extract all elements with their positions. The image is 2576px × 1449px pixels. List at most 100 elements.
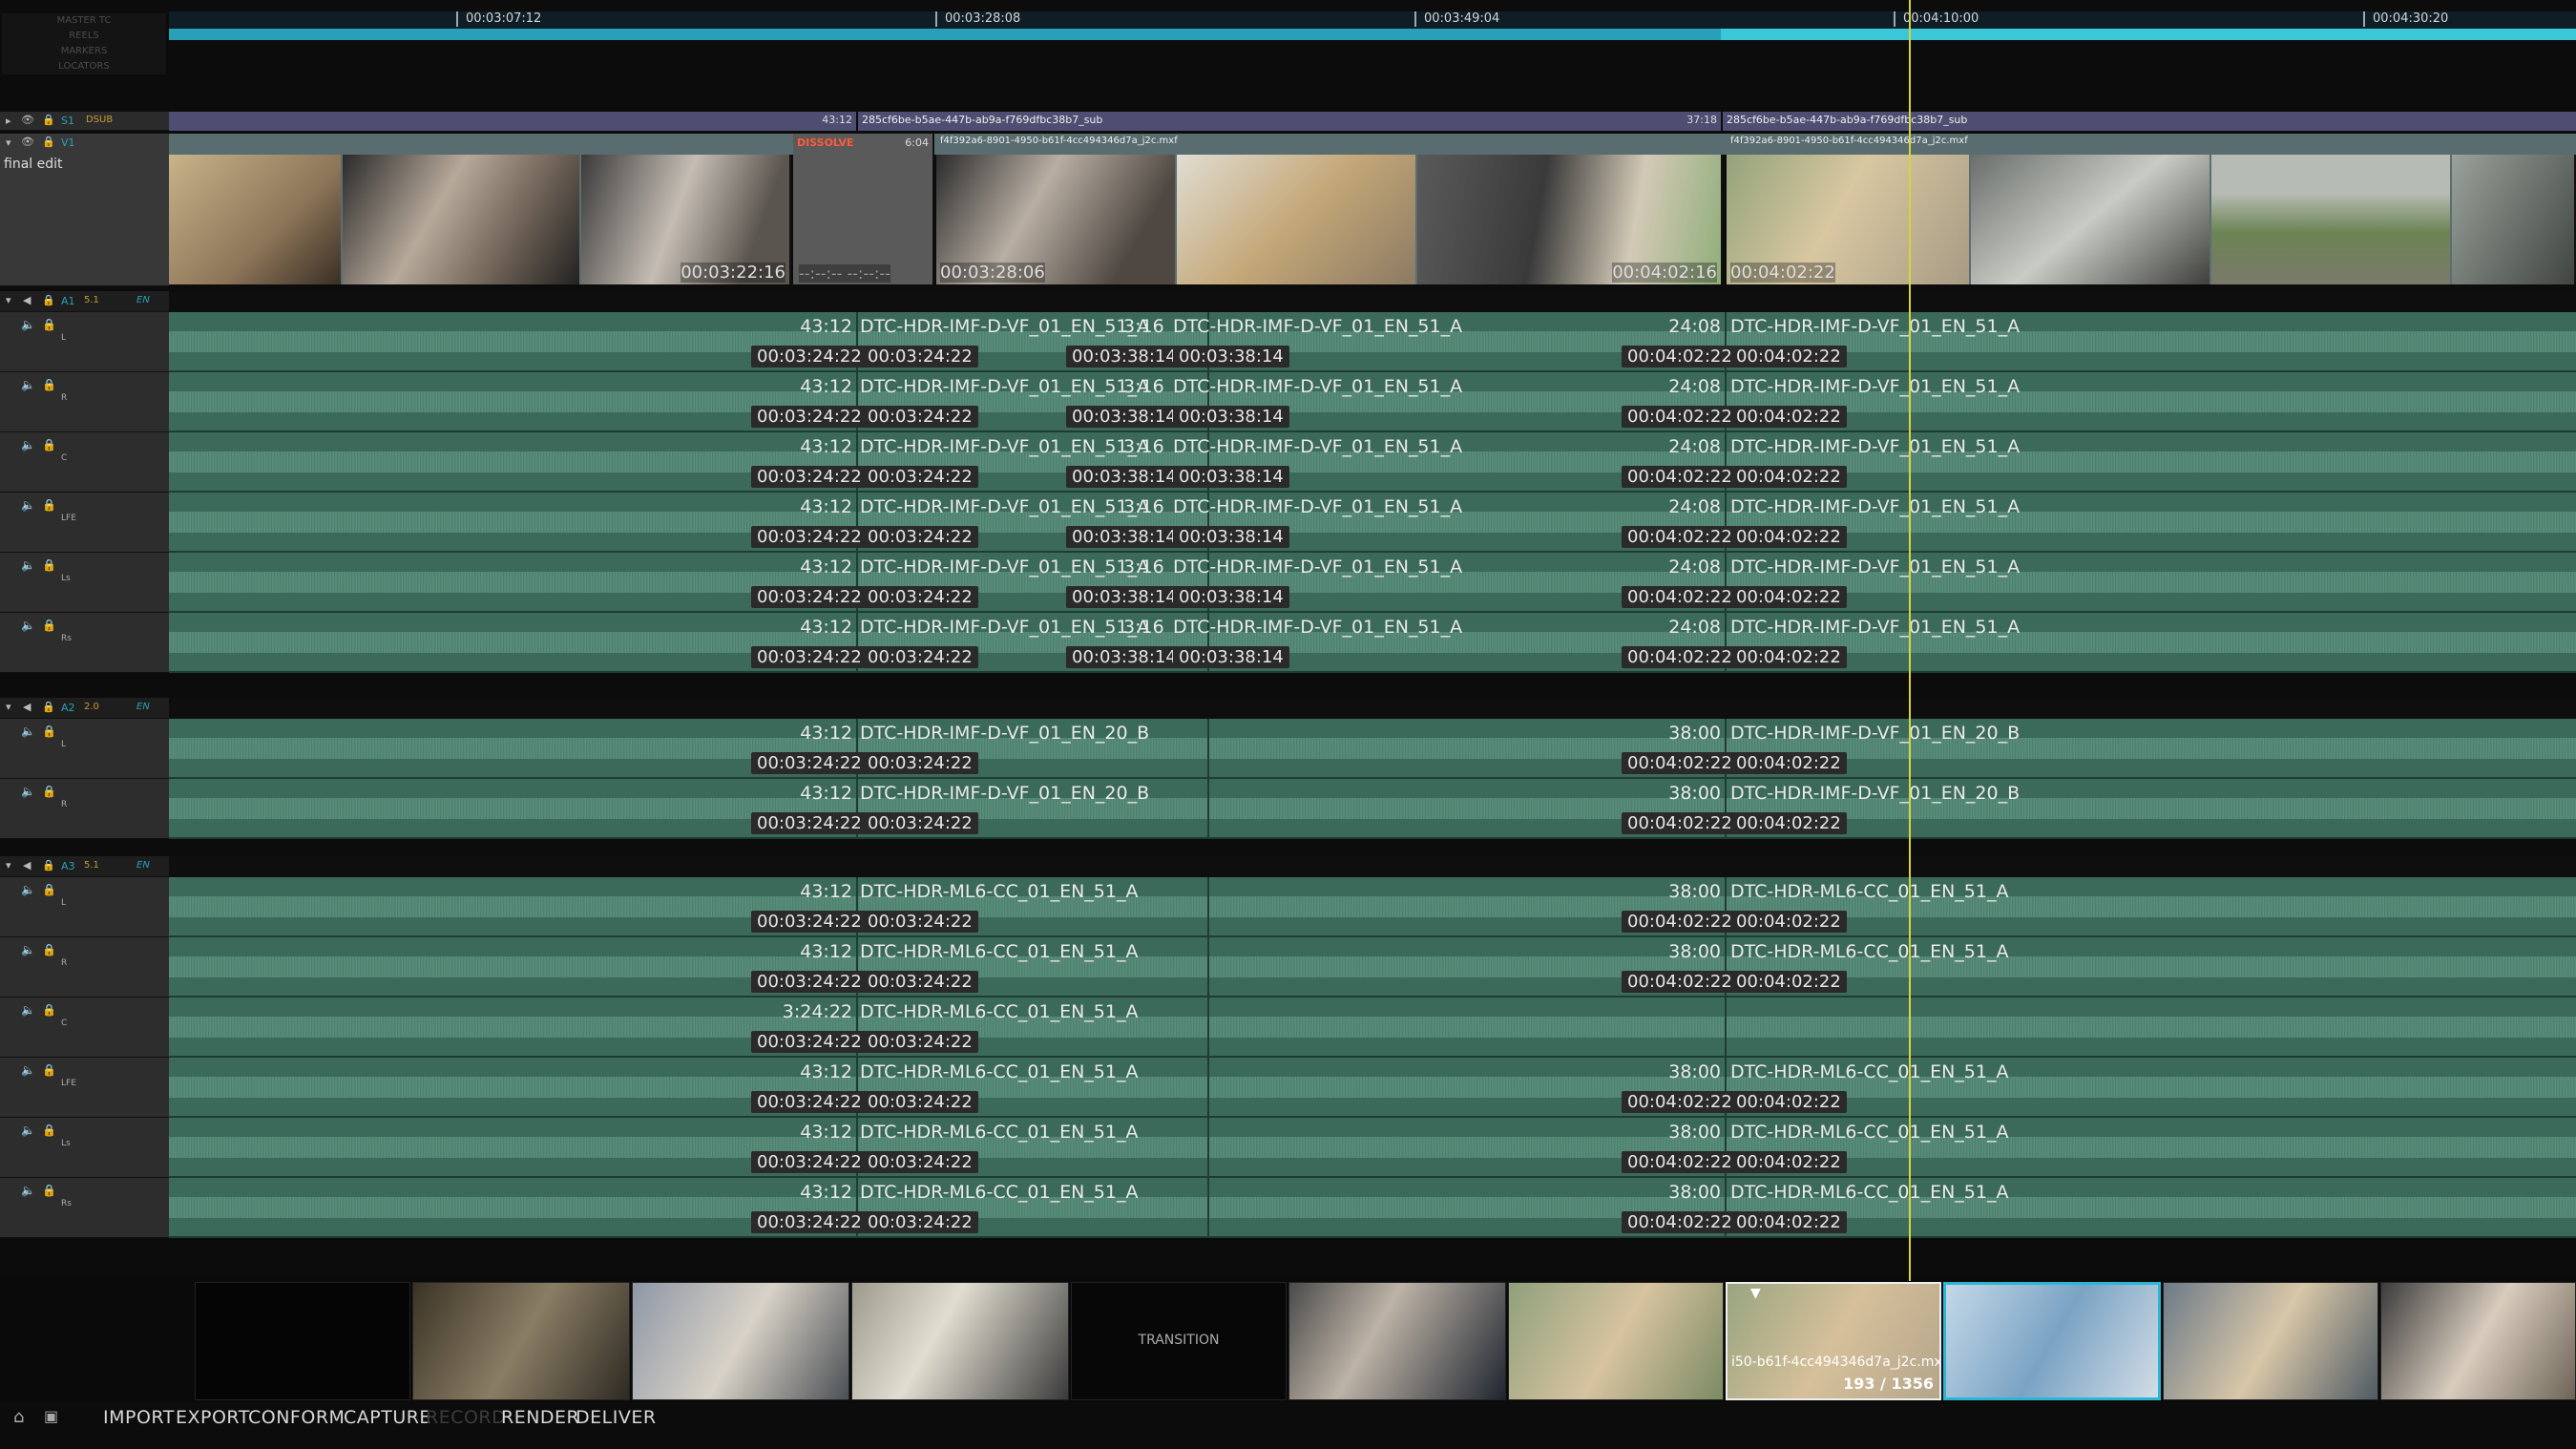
speaker-icon[interactable]: ◀ [23, 701, 31, 713]
home-icon[interactable]: ⌂ [13, 1407, 24, 1427]
menu-conform[interactable]: CONFORM [248, 1407, 345, 1428]
audio-channel-row[interactable]: 43:12 DTC-HDR-ML6-CC_01_EN_51_A 38:00 DTC-H… [169, 877, 2576, 937]
speaker-icon[interactable]: 🔈 [21, 1184, 35, 1197]
audio-channel-row[interactable]: 43:12 DTC-HDR-ML6-CC_01_EN_51_A 38:00 DTC-H… [169, 1058, 2576, 1118]
timecode: 00:04:02:22 [1622, 911, 1738, 933]
collapse-arrow-icon[interactable]: ▾ [6, 859, 11, 872]
collapse-arrow-icon[interactable]: ▾ [6, 294, 11, 306]
settings-icon[interactable]: ▣ [44, 1407, 58, 1425]
menu-capture[interactable]: CAPTURE [344, 1407, 431, 1428]
clip-name: DTC-HDR-IMF-D-VF_01_EN_51_A [860, 376, 1150, 397]
speaker-icon[interactable]: ◀ [23, 294, 31, 306]
audio-channel-row[interactable]: 43:12 DTC-HDR-IMF-D-VF_01_EN_51_A 3:16 DTC-… [169, 432, 2576, 493]
speaker-icon[interactable]: 🔈 [21, 619, 35, 632]
video-clip-1[interactable]: 00:03:22:16 [169, 155, 791, 284]
clip-duration: 43:12 [800, 1061, 852, 1082]
lock-icon[interactable]: 🔒 [42, 378, 56, 391]
audio-channel-row[interactable]: 43:12 DTC-HDR-IMF-D-VF_01_EN_51_A 3:16 DTC-… [169, 312, 2576, 372]
collapse-arrow-icon[interactable]: ▾ [6, 136, 11, 149]
lock-icon[interactable]: 🔒 [42, 1124, 56, 1137]
lock-icon[interactable]: 🔒 [42, 558, 56, 572]
sub-clip-3[interactable]: 285cf6be-b5ae-447b-ab9a-f769dfbc38b7_sub [1723, 112, 2576, 131]
sub-track-header[interactable]: ▸ 👁 🔒 S1 DSUB [0, 112, 169, 131]
bin-item[interactable] [632, 1282, 849, 1400]
menu-deliver[interactable]: DELIVER [576, 1407, 657, 1428]
selected-filename: i50-b61f-4cc494346d7a_j2c.mxf [1731, 1354, 1941, 1370]
audio-channel-row[interactable]: 3:24:22 DTC-HDR-ML6-CC_01_EN_51_A 00:03:24… [169, 998, 2576, 1058]
speaker-icon[interactable]: 🔈 [21, 1124, 35, 1137]
sub-clip-2[interactable]: 285cf6be-b5ae-447b-ab9a-f769dfbc38b7_sub… [858, 112, 1721, 131]
speaker-icon[interactable]: 🔈 [21, 1003, 35, 1017]
dissolve-transition[interactable]: DISSOLVE 6:04 --:--:-- --:--:-- [793, 134, 934, 284]
lock-icon[interactable]: 🔒 [42, 318, 56, 331]
speaker-icon[interactable]: 🔈 [21, 724, 35, 738]
lock-icon[interactable]: 🔒 [42, 883, 56, 896]
bin-item[interactable] [412, 1282, 630, 1400]
eye-icon[interactable]: 👁 [21, 114, 34, 126]
eye-icon[interactable]: 👁 [21, 136, 34, 148]
speaker-icon[interactable]: 🔈 [21, 943, 35, 956]
lock-icon[interactable]: 🔒 [42, 294, 55, 306]
clip-duration: 38:00 [1668, 783, 1721, 804]
bin-item[interactable] [195, 1282, 410, 1400]
playhead[interactable] [1909, 0, 1911, 1281]
speaker-icon[interactable]: ◀ [23, 859, 31, 872]
audio-channel-row[interactable]: 43:12 DTC-HDR-IMF-D-VF_01_EN_20_B 38:00 DTC… [169, 719, 2576, 779]
lock-icon[interactable]: 🔒 [42, 701, 55, 713]
timecode: 00:03:38:14 [1066, 466, 1183, 488]
timecode: 00:04:02:22 [1730, 646, 1847, 668]
video-track-label: V1 [61, 136, 75, 149]
audio-channel-row[interactable]: 43:12 DTC-HDR-IMF-D-VF_01_EN_51_A 3:16 DTC-… [169, 613, 2576, 673]
audio-channel-row[interactable]: 43:12 DTC-HDR-ML6-CC_01_EN_51_A 38:00 DTC-H… [169, 1178, 2576, 1238]
audio-channel-row[interactable]: 43:12 DTC-HDR-ML6-CC_01_EN_51_A 38:00 DTC-H… [169, 937, 2576, 998]
lock-icon[interactable]: 🔒 [42, 859, 55, 872]
bin-item-highlighted[interactable] [1943, 1282, 2161, 1400]
audio-channel-row[interactable]: 43:12 DTC-HDR-IMF-D-VF_01_EN_51_A 3:16 DTC-… [169, 372, 2576, 432]
channel-label: C [61, 1018, 68, 1028]
audio-channel-row[interactable]: 43:12 DTC-HDR-ML6-CC_01_EN_51_A 38:00 DTC-H… [169, 1118, 2576, 1178]
clip-duration: 3:16 [1123, 376, 1164, 397]
lock-icon[interactable]: 🔒 [42, 724, 56, 738]
lock-icon[interactable]: 🔒 [42, 1003, 56, 1017]
bin-item[interactable] [851, 1282, 1069, 1400]
audio-channel-row[interactable]: 43:12 DTC-HDR-IMF-D-VF_01_EN_51_A 3:16 DTC-… [169, 553, 2576, 613]
timecode: 00:03:24:22 [862, 526, 978, 548]
speaker-icon[interactable]: 🔈 [21, 318, 35, 331]
lock-icon[interactable]: 🔒 [42, 943, 56, 956]
lock-icon[interactable]: 🔒 [42, 619, 56, 632]
collapse-arrow-icon[interactable]: ▾ [6, 701, 11, 713]
lock-icon[interactable]: 🔒 [42, 114, 55, 126]
bin-item[interactable] [2163, 1282, 2378, 1400]
speaker-icon[interactable]: 🔈 [21, 498, 35, 512]
video-track-header[interactable]: ▾ 👁 🔒 V1 final edit [0, 134, 169, 286]
lock-icon[interactable]: 🔒 [42, 136, 55, 148]
lock-icon[interactable]: 🔒 [42, 1063, 56, 1077]
speaker-icon[interactable]: 🔈 [21, 438, 35, 452]
speaker-icon[interactable]: 🔈 [21, 558, 35, 572]
speaker-icon[interactable]: 🔈 [21, 378, 35, 391]
lock-icon[interactable]: 🔒 [42, 1184, 56, 1197]
timecode: 00:03:24:22 [862, 406, 978, 428]
expand-arrow-icon[interactable]: ▸ [6, 115, 11, 127]
bin-item[interactable] [1288, 1282, 1506, 1400]
menu-import[interactable]: IMPORT [103, 1407, 175, 1428]
speaker-icon[interactable]: 🔈 [21, 785, 35, 798]
channel-label: L [61, 740, 67, 749]
speaker-icon[interactable]: 🔈 [21, 883, 35, 896]
audio-channel-row[interactable]: 43:12 DTC-HDR-IMF-D-VF_01_EN_51_A 3:16 DTC-… [169, 493, 2576, 553]
bin-item[interactable] [1508, 1282, 1724, 1400]
lock-icon[interactable]: 🔒 [42, 785, 56, 798]
lock-icon[interactable]: 🔒 [42, 438, 56, 452]
lock-icon[interactable]: 🔒 [42, 498, 56, 512]
speaker-icon[interactable]: 🔈 [21, 1063, 35, 1077]
menu-render[interactable]: RENDER [501, 1407, 579, 1428]
video-clip-3[interactable]: 00:04:02:22 [1727, 155, 2576, 284]
timecode: 00:04:02:22 [1622, 971, 1738, 993]
video-clip-2[interactable]: 00:03:28:06 00:04:02:16 [936, 155, 1723, 284]
sub-clip-1[interactable]: 43:12 [169, 112, 856, 131]
audio-channel-row[interactable]: 43:12 DTC-HDR-IMF-D-VF_01_EN_20_B 38:00 DTC… [169, 779, 2576, 839]
bin-item-selected[interactable]: ▼ i50-b61f-4cc494346d7a_j2c.mxf 193 / 13… [1726, 1282, 1941, 1400]
bin-item-transition[interactable]: TRANSITION [1071, 1282, 1287, 1400]
menu-export[interactable]: EXPORT [176, 1407, 250, 1428]
bin-item[interactable] [2380, 1282, 2576, 1400]
